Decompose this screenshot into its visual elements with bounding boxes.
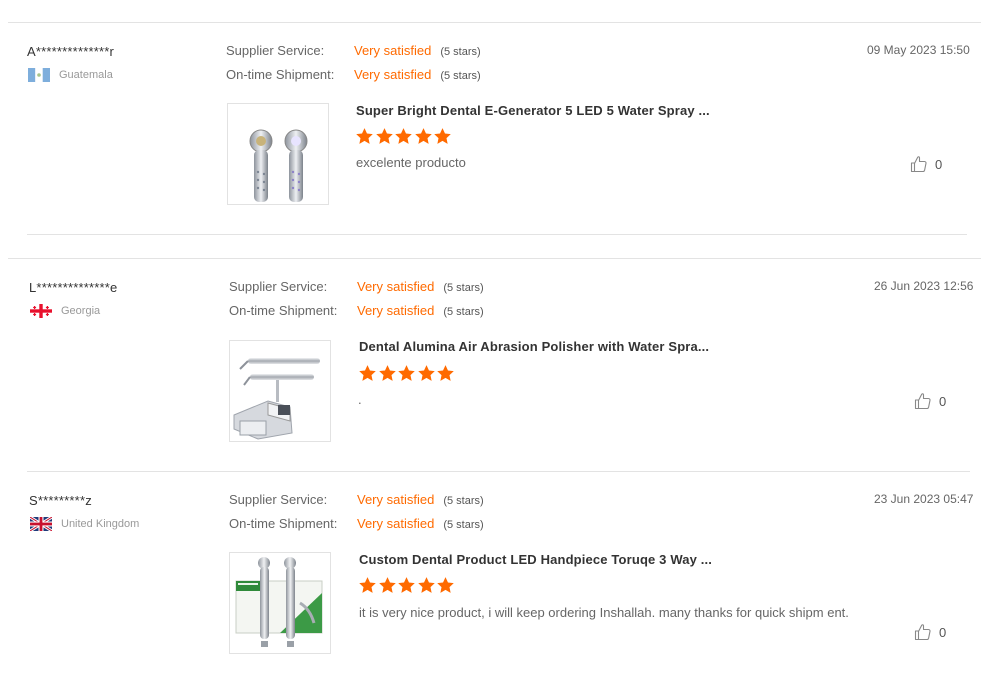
shipment-stars: (5 stars) [443, 519, 484, 531]
shipment-label: On-time Shipment: [229, 516, 338, 531]
star-icon [359, 365, 376, 381]
rating-stars [358, 364, 456, 383]
product-title-link[interactable]: Dental Alumina Air Abrasion Polisher wit… [359, 339, 709, 354]
supplier-service-rating: Supplier Service: Very satisfied (5 star… [229, 279, 484, 294]
product-image [233, 358, 320, 440]
georgia-flag-icon [30, 304, 52, 318]
product-thumbnail[interactable] [229, 340, 331, 442]
divider [27, 471, 970, 472]
shipment-value: Very satisfied [357, 303, 435, 318]
country-label: United Kingdom [61, 518, 140, 530]
product-thumbnail[interactable] [229, 552, 331, 654]
thumbs-up-icon [914, 624, 931, 641]
star-icon [417, 577, 435, 593]
supplier-service-rating: Supplier Service: Very satisfied (5 star… [229, 492, 484, 507]
supplier-service-stars: (5 stars) [443, 495, 484, 507]
shipment-label: On-time Shipment: [229, 303, 338, 318]
like-button[interactable]: 0 [914, 623, 946, 641]
country-label: Georgia [61, 305, 101, 317]
buyer-name: S*********z [29, 493, 92, 508]
star-icon [378, 365, 396, 381]
shipment-rating: On-time Shipment: Very satisfied (5 star… [229, 303, 484, 318]
star-icon [359, 577, 376, 593]
buyer-name: L**************e [29, 280, 118, 295]
buyer-country: Georgia [30, 304, 100, 318]
like-count: 0 [939, 393, 947, 409]
product-title-link[interactable]: Custom Dental Product LED Handpiece Toru… [359, 552, 712, 567]
shipment-stars: (5 stars) [443, 306, 484, 318]
supplier-service-label: Supplier Service: [229, 279, 328, 294]
supplier-service-label: Supplier Service: [229, 492, 328, 507]
rating-stars [358, 576, 456, 595]
star-icon [378, 577, 396, 593]
review-item: S*********z United Kingdom Supplier Serv… [0, 0, 992, 654]
shipment-value: Very satisfied [357, 516, 435, 531]
thumbs-up-icon [914, 393, 931, 410]
uk-flag-icon [30, 517, 52, 531]
star-icon [398, 577, 415, 593]
review-date: 26 Jun 2023 12:56 [874, 279, 974, 293]
divider [8, 258, 981, 259]
star-icon [437, 365, 454, 381]
review-date: 23 Jun 2023 05:47 [874, 492, 974, 506]
supplier-service-stars: (5 stars) [443, 282, 484, 294]
like-button[interactable]: 0 [914, 392, 946, 410]
buyer-country: United Kingdom [30, 517, 139, 531]
star-icon [417, 365, 435, 381]
shipment-rating: On-time Shipment: Very satisfied (5 star… [229, 516, 484, 531]
star-icon [437, 577, 454, 593]
divider [27, 234, 967, 235]
supplier-service-value: Very satisfied [357, 279, 435, 294]
review-text: it is very nice product, i will keep ord… [359, 605, 849, 620]
product-image [235, 557, 323, 647]
review-text: . [358, 392, 362, 407]
star-icon [398, 365, 415, 381]
supplier-service-value: Very satisfied [357, 492, 435, 507]
like-count: 0 [939, 624, 947, 640]
